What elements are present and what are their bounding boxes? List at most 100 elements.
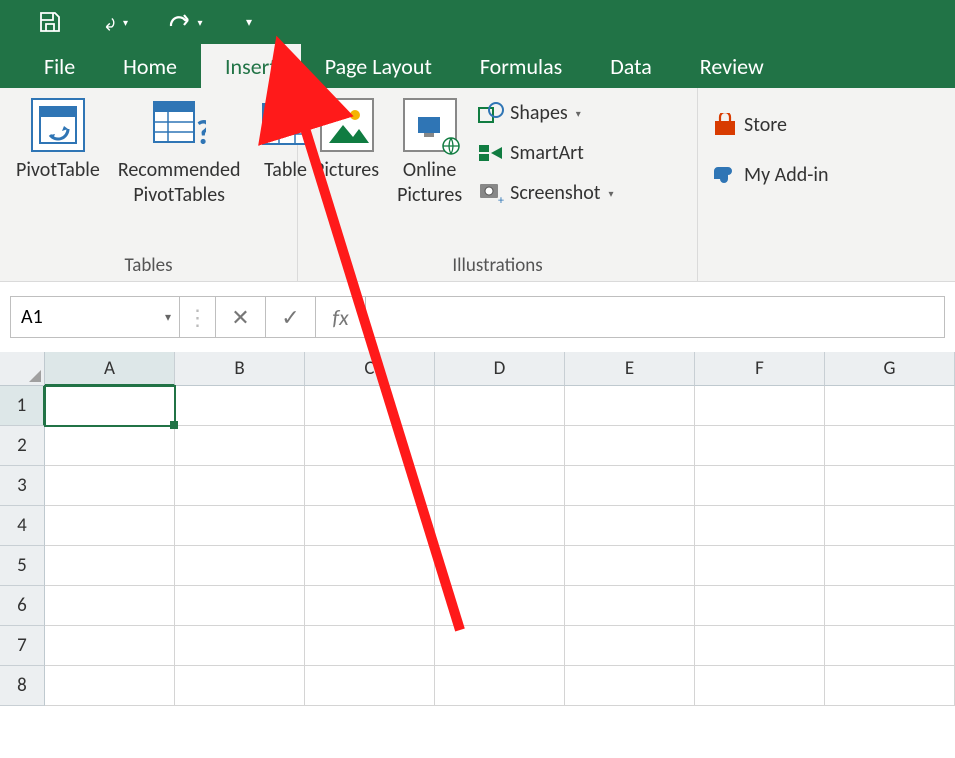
cell-G3[interactable] [825,466,955,506]
tab-insert[interactable]: Insert [201,44,301,88]
screenshot-button[interactable]: + Screenshot ▾ [474,178,617,208]
cell-F6[interactable] [695,586,825,626]
cell-C5[interactable] [305,546,435,586]
column-header-A[interactable]: A [45,352,175,386]
tab-home[interactable]: Home [99,44,201,88]
cell-D2[interactable] [435,426,565,466]
cell-C3[interactable] [305,466,435,506]
row-header-5[interactable]: 5 [0,546,45,586]
row-header-2[interactable]: 2 [0,426,45,466]
shapes-label: Shapes [510,101,568,125]
cell-E1[interactable] [565,386,695,426]
cell-G7[interactable] [825,626,955,666]
formula-input[interactable] [366,296,945,338]
cell-C2[interactable] [305,426,435,466]
cell-A8[interactable] [45,666,175,706]
cell-G6[interactable] [825,586,955,626]
column-header-D[interactable]: D [435,352,565,386]
formula-bar: A1 ▾ ⋮ ✕ ✓ fx [10,296,945,338]
cell-D4[interactable] [435,506,565,546]
cell-B7[interactable] [175,626,305,666]
tab-data[interactable]: Data [586,44,676,88]
cell-E7[interactable] [565,626,695,666]
cell-E8[interactable] [565,666,695,706]
insert-function-button[interactable]: fx [316,296,366,338]
cell-D3[interactable] [435,466,565,506]
pictures-button[interactable]: Pictures [308,94,385,187]
online-pictures-button[interactable]: Online Pictures [391,94,468,212]
cell-A1[interactable] [45,386,175,426]
cell-A6[interactable] [45,586,175,626]
pivot-table-button[interactable]: PivotTable [10,94,106,187]
cell-B1[interactable] [175,386,305,426]
cell-G4[interactable] [825,506,955,546]
row-header-7[interactable]: 7 [0,626,45,666]
cell-E2[interactable] [565,426,695,466]
cell-B6[interactable] [175,586,305,626]
cell-F7[interactable] [695,626,825,666]
cell-E3[interactable] [565,466,695,506]
cell-C1[interactable] [305,386,435,426]
row-header-8[interactable]: 8 [0,666,45,706]
row-header-4[interactable]: 4 [0,506,45,546]
cell-B5[interactable] [175,546,305,586]
smartart-button[interactable]: SmartArt [474,138,617,168]
cell-G8[interactable] [825,666,955,706]
cell-C7[interactable] [305,626,435,666]
cell-F2[interactable] [695,426,825,466]
row-header-3[interactable]: 3 [0,466,45,506]
cell-D6[interactable] [435,586,565,626]
cell-G1[interactable] [825,386,955,426]
cell-B8[interactable] [175,666,305,706]
my-addins-button[interactable]: My Add-in [708,160,832,190]
cancel-button[interactable]: ✕ [216,296,266,338]
cell-E4[interactable] [565,506,695,546]
cell-G5[interactable] [825,546,955,586]
tab-file[interactable]: File [20,44,99,88]
column-header-F[interactable]: F [695,352,825,386]
tab-formulas[interactable]: Formulas [456,44,586,88]
group-addins: Store My Add-in [698,88,898,281]
cell-A2[interactable] [45,426,175,466]
cell-A3[interactable] [45,466,175,506]
column-header-B[interactable]: B [175,352,305,386]
tab-page-layout[interactable]: Page Layout [301,44,456,88]
cell-B3[interactable] [175,466,305,506]
cell-G2[interactable] [825,426,955,466]
enter-button[interactable]: ✓ [266,296,316,338]
cell-A5[interactable] [45,546,175,586]
column-header-E[interactable]: E [565,352,695,386]
cell-F4[interactable] [695,506,825,546]
cell-F1[interactable] [695,386,825,426]
select-all-button[interactable] [0,352,45,386]
cell-F3[interactable] [695,466,825,506]
shapes-button[interactable]: Shapes ▾ [474,98,617,128]
cell-B4[interactable] [175,506,305,546]
save-button[interactable] [36,8,64,36]
undo-button[interactable]: ▾ [100,8,128,36]
cell-E5[interactable] [565,546,695,586]
store-button[interactable]: Store [708,110,832,140]
cell-D8[interactable] [435,666,565,706]
column-header-C[interactable]: C [305,352,435,386]
column-header-G[interactable]: G [825,352,955,386]
cell-D5[interactable] [435,546,565,586]
row-header-6[interactable]: 6 [0,586,45,626]
cell-F5[interactable] [695,546,825,586]
cell-C6[interactable] [305,586,435,626]
customize-qat-button[interactable]: ▾ [240,8,258,36]
cell-D7[interactable] [435,626,565,666]
cell-E6[interactable] [565,586,695,626]
row-header-1[interactable]: 1 [0,386,45,426]
cell-F8[interactable] [695,666,825,706]
redo-button[interactable]: ▾ [164,8,204,36]
name-box[interactable]: A1 ▾ [10,296,180,338]
cell-C4[interactable] [305,506,435,546]
cell-C8[interactable] [305,666,435,706]
recommended-pivot-button[interactable]: ? Recommended PivotTables [112,94,247,212]
cell-A7[interactable] [45,626,175,666]
cell-D1[interactable] [435,386,565,426]
tab-review[interactable]: Review [676,44,788,88]
cell-B2[interactable] [175,426,305,466]
cell-A4[interactable] [45,506,175,546]
